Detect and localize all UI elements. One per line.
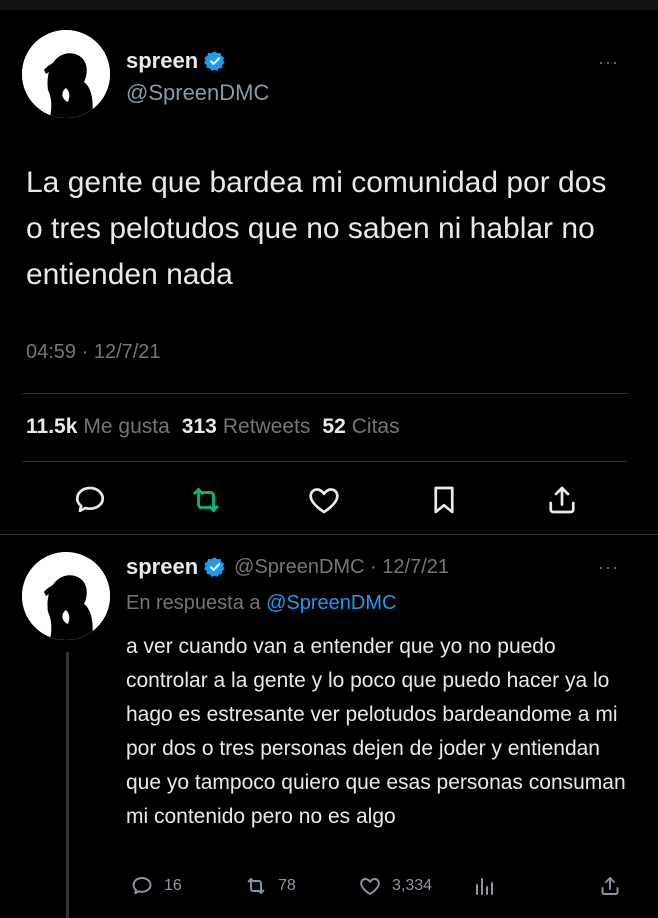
reply-icon [132, 877, 152, 895]
author-handle[interactable]: @SpreenDMC [126, 80, 269, 106]
retweet-icon [247, 878, 265, 894]
divider [22, 393, 628, 394]
retweets-stat[interactable]: 313 Retweets [182, 415, 311, 439]
quotes-label: Citas [351, 415, 400, 438]
avatar-silhouette-icon [22, 552, 110, 640]
reply-action[interactable]: 16 [130, 874, 182, 898]
retweet-action[interactable]: 78 [244, 874, 296, 898]
author-name[interactable]: spreen [126, 48, 198, 74]
replying-to: En respuesta a @SpreenDMC [126, 592, 396, 615]
reply-icon[interactable] [72, 482, 108, 518]
replying-to-prefix: En respuesta a [126, 592, 261, 614]
likes-label: Me gusta [83, 415, 170, 438]
tweet-text: La gente que bardea mi comunidad por dos… [26, 166, 607, 291]
share-icon[interactable] [544, 482, 580, 518]
likes-count: 11.5k [26, 415, 78, 438]
divider [22, 461, 628, 462]
like-count: 3,334 [392, 877, 433, 894]
retweet-icon[interactable] [188, 482, 224, 518]
author-name-row: spreen [126, 48, 226, 74]
retweets-label: Retweets [222, 415, 311, 438]
like-heart-icon[interactable] [306, 482, 342, 518]
tweet-actions [0, 482, 658, 522]
tweet-timestamp[interactable]: 04:59 · 12/7/21 [26, 341, 161, 364]
reply-count: 16 [164, 877, 182, 894]
bookmark-icon[interactable] [426, 482, 462, 518]
reply-handle-date[interactable]: @SpreenDMC · 12/7/21 [234, 556, 449, 579]
verified-badge-icon [204, 50, 226, 72]
top-bar [0, 0, 658, 10]
reply-author-row: spreen @SpreenDMC · 12/7/21 [126, 554, 449, 580]
reply-text: a ver cuando van a entender que yo no pu… [126, 635, 626, 828]
avatar[interactable] [22, 30, 110, 118]
quotes-count: 52 [322, 415, 346, 438]
retweet-count: 78 [278, 877, 296, 894]
reply-avatar[interactable] [22, 552, 110, 640]
verified-badge-icon [204, 556, 226, 578]
reply-author-name[interactable]: spreen [126, 554, 198, 580]
replying-to-handle-link[interactable]: @SpreenDMC [266, 592, 396, 614]
likes-stat[interactable]: 11.5k Me gusta [26, 415, 170, 439]
analytics-icon[interactable] [472, 874, 506, 898]
avatar-silhouette-icon [22, 30, 110, 118]
retweets-count: 313 [181, 415, 217, 438]
share-icon[interactable] [598, 874, 632, 898]
more-options-icon[interactable]: ··· [598, 557, 619, 578]
more-options-icon[interactable]: ··· [598, 52, 619, 73]
reply-actions: 16 78 3,334 [0, 874, 658, 904]
like-heart-icon [360, 878, 380, 895]
quotes-stat[interactable]: 52 Citas [322, 415, 399, 439]
like-action[interactable]: 3,334 [358, 874, 432, 898]
divider [0, 534, 658, 535]
engagement-stats: 11.5k Me gusta 313 Retweets 52 Citas [26, 415, 412, 439]
